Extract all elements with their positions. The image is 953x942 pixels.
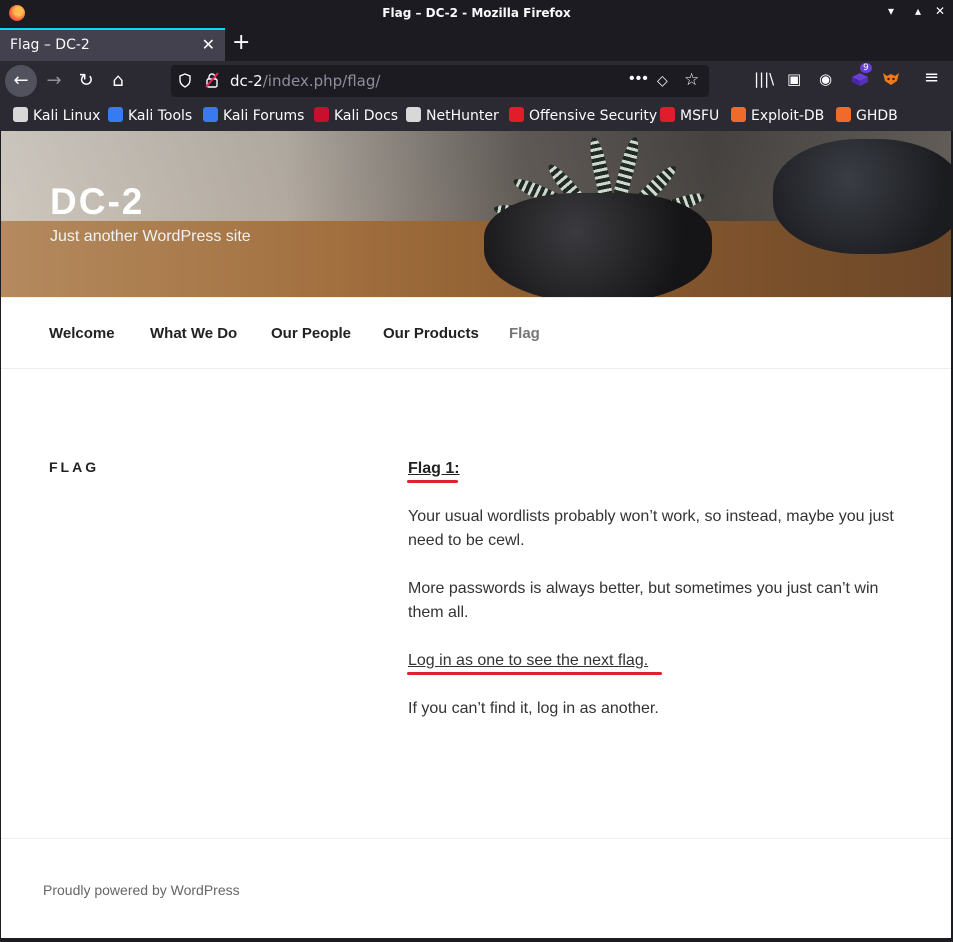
- bookmarks-toolbar: Kali Linux Kali Tools Kali Forums Kali D…: [0, 101, 953, 131]
- pocket-icon[interactable]: ◇: [657, 72, 668, 89]
- page-actions-menu-icon[interactable]: •••: [629, 70, 649, 88]
- url-bar[interactable]: dc-2/index.php/flag/ ••• ◇ ☆: [171, 65, 709, 97]
- red-underline-annotation: [407, 672, 662, 675]
- nav-item-flag[interactable]: Flag: [509, 325, 540, 342]
- window-title: Flag – DC-2 - Mozilla Firefox: [382, 6, 571, 20]
- fox-icon: [883, 73, 899, 85]
- site-description: Just another WordPress site: [50, 228, 251, 245]
- bookmark-offensive-security[interactable]: Offensive Security: [509, 107, 657, 127]
- bookmark-kali-linux[interactable]: Kali Linux: [13, 107, 100, 127]
- tab-title: Flag – DC-2: [10, 37, 90, 53]
- header-image: DC-2 Just another WordPress site: [1, 131, 951, 297]
- red-underline-annotation: [407, 480, 458, 483]
- reload-button[interactable]: ↻: [70, 65, 102, 97]
- insecure-connection-lock-icon[interactable]: [205, 72, 219, 88]
- hamburger-menu-icon[interactable]: ≡: [924, 67, 939, 88]
- kali-tools-icon: [108, 107, 123, 122]
- bookmark-label: GHDB: [856, 108, 898, 124]
- bookmark-msfu[interactable]: MSFU: [660, 107, 719, 127]
- plant-pot: [484, 193, 712, 297]
- bookmark-exploit-db[interactable]: Exploit-DB: [731, 107, 824, 127]
- tab-flag-dc2[interactable]: Flag – DC-2 ✕: [0, 28, 225, 61]
- kali-forums-icon: [203, 107, 218, 122]
- site-footer: Proudly powered by WordPress: [1, 838, 951, 938]
- minimize-button[interactable]: ▾: [883, 4, 899, 22]
- kali-linux-icon: [13, 107, 28, 122]
- bookmark-ghdb[interactable]: GHDB: [836, 107, 898, 127]
- close-tab-icon[interactable]: ✕: [202, 35, 215, 55]
- bookmark-nethunter[interactable]: NetHunter: [406, 107, 499, 127]
- kali-docs-icon: [314, 107, 329, 122]
- paragraph-login-another: If you can’t find it, log in as another.: [408, 700, 659, 717]
- extension-icon[interactable]: 9: [850, 63, 872, 91]
- ghdb-icon: [836, 107, 851, 122]
- background-plant-pot: [773, 139, 951, 254]
- bookmark-label: Kali Forums: [223, 108, 305, 124]
- exploit-db-icon: [731, 107, 746, 122]
- bookmark-label: Kali Linux: [33, 108, 101, 124]
- offensive-security-icon: [509, 107, 524, 122]
- tracking-protection-shield-icon[interactable]: [179, 73, 191, 88]
- navigation-toolbar: ← → ↻ ⌂ dc-2/index.php/flag/ ••• ◇ ☆ |||…: [0, 61, 953, 101]
- forward-button[interactable]: →: [38, 65, 70, 97]
- site-title[interactable]: DC-2: [50, 181, 144, 223]
- home-button[interactable]: ⌂: [102, 65, 134, 97]
- maximize-button[interactable]: ▴: [910, 4, 926, 22]
- bookmark-label: Kali Tools: [128, 108, 193, 124]
- nav-item-what-we-do[interactable]: What We Do: [150, 325, 237, 342]
- account-icon[interactable]: ◉: [819, 70, 832, 88]
- foxyproxy-icon[interactable]: [882, 70, 900, 90]
- sidebar-icon[interactable]: ▣: [787, 70, 801, 88]
- tab-strip: Flag – DC-2 ✕ +: [0, 28, 953, 61]
- nav-item-our-people[interactable]: Our People: [271, 325, 351, 342]
- url-host: dc-2: [230, 72, 263, 90]
- flag-heading: Flag 1:: [408, 460, 460, 477]
- bookmark-star-icon[interactable]: ☆: [684, 70, 699, 90]
- paragraph-wordlists: Your usual wordlists probably won’t work…: [408, 508, 894, 549]
- window-titlebar: Flag – DC-2 - Mozilla Firefox ▾ ▴ ✕: [0, 0, 953, 28]
- extension-badge: 9: [860, 63, 872, 73]
- url-path: /index.php/flag/: [262, 72, 381, 90]
- back-button[interactable]: ←: [5, 65, 37, 97]
- bookmark-kali-docs[interactable]: Kali Docs: [314, 107, 398, 127]
- web-page: DC-2 Just another WordPress site Welcome…: [1, 131, 951, 938]
- entry-content: Flag 1: Your usual wordlists probably wo…: [408, 457, 908, 745]
- bookmark-label: NetHunter: [426, 108, 499, 124]
- footer-credit[interactable]: Proudly powered by WordPress: [43, 882, 240, 898]
- nethunter-icon: [406, 107, 421, 122]
- bookmark-label: Kali Docs: [334, 108, 399, 124]
- paragraph-login: Log in as one to see the next flag.: [408, 652, 649, 669]
- new-tab-button[interactable]: +: [232, 30, 250, 55]
- primary-navigation: Welcome What We Do Our People Our Produc…: [1, 297, 951, 369]
- nav-item-welcome[interactable]: Welcome: [49, 325, 115, 342]
- bookmark-kali-forums[interactable]: Kali Forums: [203, 107, 304, 127]
- library-icon[interactable]: |||\: [754, 70, 774, 88]
- paragraph-passwords: More passwords is always better, but som…: [408, 580, 879, 621]
- page-title: FLAG: [49, 459, 100, 475]
- nav-item-our-products[interactable]: Our Products: [383, 325, 479, 342]
- msfu-icon: [660, 107, 675, 122]
- bookmark-label: Offensive Security: [529, 108, 658, 124]
- bookmark-label: Exploit-DB: [751, 108, 825, 124]
- bookmark-kali-tools[interactable]: Kali Tools: [108, 107, 192, 127]
- url-text[interactable]: dc-2/index.php/flag/: [230, 72, 380, 90]
- bookmark-label: MSFU: [680, 108, 720, 124]
- close-window-button[interactable]: ✕: [932, 4, 948, 22]
